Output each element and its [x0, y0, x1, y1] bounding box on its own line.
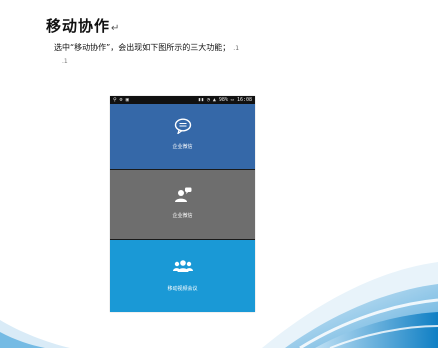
chat-bubble-icon: [174, 118, 191, 134]
tile-label: 企业微信: [172, 213, 193, 219]
status-icons-right: ▮▮ ◔ ▲ 98% ▭ 16:08: [197, 97, 252, 103]
heading-text: 移动协作: [46, 17, 111, 35]
tile-label: 企业微信: [172, 144, 193, 150]
section-heading: 移动协作↵: [46, 15, 120, 36]
tile-mobile-video-conference[interactable]: 移动视频会议: [110, 240, 255, 312]
phone-screenshot: ⚲ ⚙ ▣ ▮▮ ◔ ▲ 98% ▭ 16:08 企业微信 企业微信 移动视频会…: [110, 96, 255, 312]
status-bar: ⚲ ⚙ ▣ ▮▮ ◔ ▲ 98% ▭ 16:08: [110, 96, 255, 104]
tile-label: 移动视频会议: [167, 286, 198, 292]
status-icons-left: ⚲ ⚙ ▣: [113, 97, 129, 103]
tile-enterprise-wechat-contacts[interactable]: 企业微信: [110, 170, 255, 239]
user-chat-icon: [174, 187, 191, 202]
paragraph-mark: .1: [62, 58, 68, 65]
description-mark: .1: [233, 45, 240, 52]
group-users-icon: [172, 260, 193, 272]
tile-enterprise-wechat[interactable]: 企业微信: [110, 104, 255, 169]
description-body: 选中“移动协作”，会出现如下图所示的三大功能；: [54, 43, 231, 52]
description-text: 选中“移动协作”，会出现如下图所示的三大功能； .1: [54, 42, 239, 53]
return-mark: ↵: [111, 23, 121, 34]
